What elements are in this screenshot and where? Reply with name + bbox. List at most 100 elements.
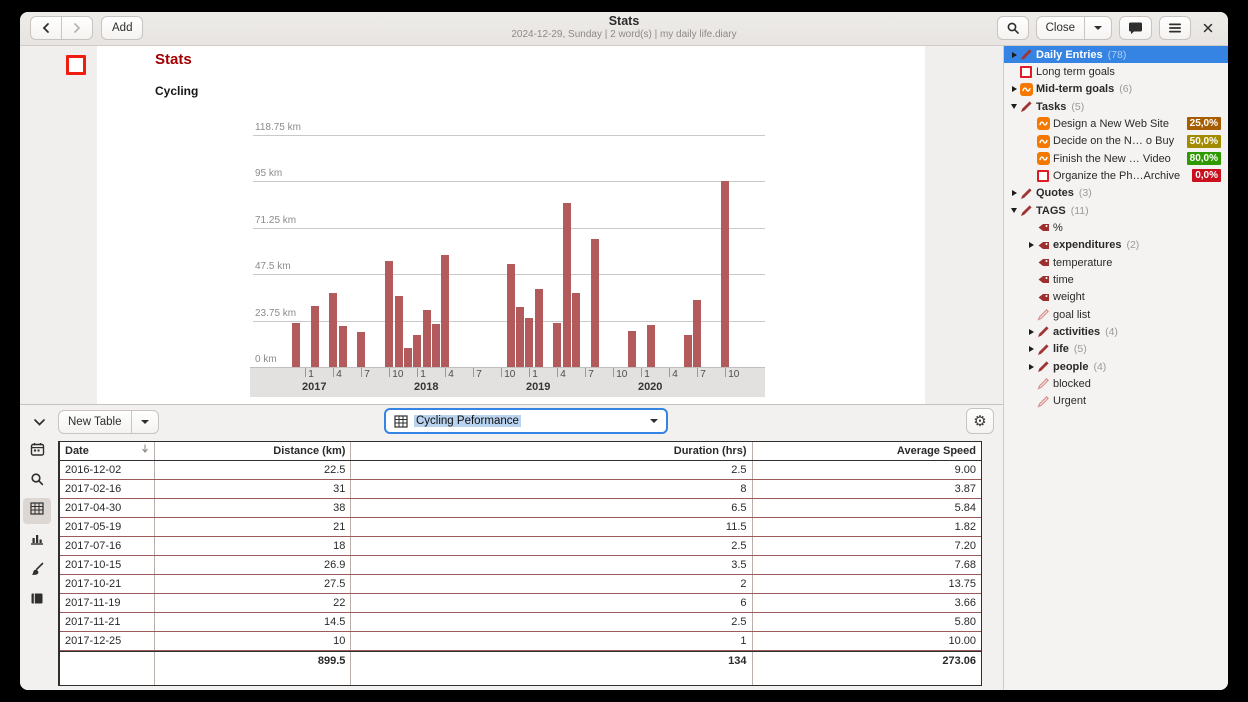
tree-item-expenditures[interactable]: expenditures(2) [1004, 237, 1228, 254]
table-cell[interactable]: 27.5 [155, 575, 352, 593]
tree-item-daily-entries[interactable]: Daily Entries(78) [1004, 46, 1228, 63]
table-cell[interactable]: 21 [155, 518, 352, 536]
tree-item-temperature[interactable]: temperature [1004, 254, 1228, 271]
table-cell[interactable]: 22.5 [155, 461, 352, 479]
back-button[interactable] [30, 16, 62, 40]
table-cell[interactable]: 7.68 [753, 556, 982, 574]
search-button[interactable] [997, 16, 1029, 40]
collapse-panel-button[interactable] [28, 411, 50, 433]
table-cell[interactable]: 2.5 [351, 537, 752, 555]
tree-item-quotes[interactable]: Quotes(3) [1004, 185, 1228, 202]
tree-item-decide-on-the-n-o-buy[interactable]: Decide on the N… o Buy50,0% [1004, 133, 1228, 150]
column-header-distance-km[interactable]: Distance (km) [155, 442, 352, 460]
menu-button[interactable] [1159, 16, 1191, 40]
table-cell[interactable]: 2017-07-16 [60, 537, 155, 555]
todo-checkbox-icon[interactable] [66, 55, 86, 75]
table-cell[interactable]: 31 [155, 480, 352, 498]
column-header-average-speed[interactable]: Average Speed [753, 442, 982, 460]
new-table-options-button[interactable] [131, 410, 159, 434]
table-cell[interactable]: 13.75 [753, 575, 982, 593]
table-cell[interactable]: 6 [351, 594, 752, 612]
table-cell[interactable]: 2017-05-19 [60, 518, 155, 536]
table-cell[interactable]: 38 [155, 499, 352, 517]
expander-right-icon[interactable] [1025, 329, 1037, 335]
table-cell[interactable]: 3.87 [753, 480, 982, 498]
tree-item-item[interactable]: % [1004, 219, 1228, 236]
tree-item-time[interactable]: time [1004, 271, 1228, 288]
tree-item-mid-term-goals[interactable]: Mid-term goals(6) [1004, 81, 1228, 98]
table-cell[interactable]: 2 [351, 575, 752, 593]
expander-right-icon[interactable] [1008, 190, 1020, 196]
tool-chart-button[interactable] [23, 528, 51, 554]
tree-item-long-term-goals[interactable]: Long term goals [1004, 63, 1228, 80]
tree-item-activities[interactable]: activities(4) [1004, 323, 1228, 340]
expander-down-icon[interactable] [1008, 104, 1020, 109]
new-table-button[interactable]: New Table [58, 410, 132, 434]
table-cell[interactable]: 26.9 [155, 556, 352, 574]
tree-item-tasks[interactable]: Tasks(5) [1004, 98, 1228, 115]
desktop-background: Add Stats 2024-12-29, Sunday | 2 word(s)… [0, 0, 1248, 702]
tree-item-life[interactable]: life(5) [1004, 341, 1228, 358]
table-cell[interactable]: 10 [155, 632, 352, 650]
table-cell[interactable]: 2016-12-02 [60, 461, 155, 479]
tool-journal-button[interactable] [23, 588, 51, 614]
tree-item-finish-the-new-video[interactable]: Finish the New … Video80,0% [1004, 150, 1228, 167]
table-cell[interactable]: 5.80 [753, 613, 982, 631]
tool-search-button[interactable] [23, 468, 51, 494]
table-cell[interactable]: 7.20 [753, 537, 982, 555]
table-cell[interactable]: 2017-10-15 [60, 556, 155, 574]
table-cell[interactable]: 2017-04-30 [60, 499, 155, 517]
tool-table-button[interactable] [23, 498, 51, 524]
comments-button[interactable] [1119, 16, 1152, 40]
table-cell[interactable]: 2.5 [351, 613, 752, 631]
tool-brush-button[interactable] [23, 558, 51, 584]
column-header-date[interactable]: Date [60, 442, 155, 460]
table-cell[interactable]: 2017-12-25 [60, 632, 155, 650]
tree-item-organize-the-ph-archive[interactable]: Organize the Ph…Archive0,0% [1004, 167, 1228, 184]
x-axis-month-label: 7 [700, 369, 706, 380]
expander-right-icon[interactable] [1025, 242, 1037, 248]
table-cell[interactable]: 3.66 [753, 594, 982, 612]
table-settings-button[interactable]: ⚙ [966, 408, 994, 434]
table-cell[interactable]: 10.00 [753, 632, 982, 650]
tool-calendar-button[interactable] [23, 438, 51, 464]
expander-right-icon[interactable] [1025, 346, 1037, 352]
table-cell[interactable]: 11.5 [351, 518, 752, 536]
close-entry-button[interactable]: Close [1036, 16, 1085, 40]
window-close-button[interactable] [1198, 16, 1218, 40]
table-cell[interactable]: 3.5 [351, 556, 752, 574]
table-cell[interactable]: 14.5 [155, 613, 352, 631]
table-cell[interactable]: 1 [351, 632, 752, 650]
expander-down-icon[interactable] [1008, 208, 1020, 213]
table-cell[interactable]: 18 [155, 537, 352, 555]
tree-item-blocked[interactable]: blocked [1004, 375, 1228, 392]
forward-button[interactable] [61, 16, 93, 40]
column-header-duration-hrs[interactable]: Duration (hrs) [351, 442, 752, 460]
tree-item-tags[interactable]: TAGS(11) [1004, 202, 1228, 219]
table-cell[interactable]: 22 [155, 594, 352, 612]
expander-right-icon[interactable] [1008, 86, 1020, 92]
table-cell[interactable]: 2017-11-19 [60, 594, 155, 612]
tree-item-design-a-new-web-site[interactable]: Design a New Web Site25,0% [1004, 115, 1228, 132]
table-cell[interactable]: 5.84 [753, 499, 982, 517]
table-cell[interactable]: 2017-02-16 [60, 480, 155, 498]
tree-item-count: (2) [1126, 239, 1139, 251]
table-cell[interactable]: 9.00 [753, 461, 982, 479]
close-options-button[interactable] [1084, 16, 1112, 40]
table-cell[interactable]: 1.82 [753, 518, 982, 536]
table-cell[interactable]: 8 [351, 480, 752, 498]
tree-item-people[interactable]: people(4) [1004, 358, 1228, 375]
chart-bar [339, 326, 347, 367]
table-cell[interactable]: 2017-11-21 [60, 613, 155, 631]
expander-right-icon[interactable] [1025, 364, 1037, 370]
table-cell[interactable]: 2017-10-21 [60, 575, 155, 593]
expander-right-icon[interactable] [1008, 52, 1020, 58]
table-cell[interactable]: 6.5 [351, 499, 752, 517]
table-selector-combobox[interactable]: Cycling Peformance [384, 408, 668, 434]
add-button[interactable]: Add [101, 16, 143, 40]
tree-item-urgent[interactable]: Urgent [1004, 393, 1228, 410]
pencil-outline-icon [1037, 377, 1053, 390]
tree-item-weight[interactable]: weight [1004, 289, 1228, 306]
table-cell[interactable]: 2.5 [351, 461, 752, 479]
tree-item-goal-list[interactable]: goal list [1004, 306, 1228, 323]
